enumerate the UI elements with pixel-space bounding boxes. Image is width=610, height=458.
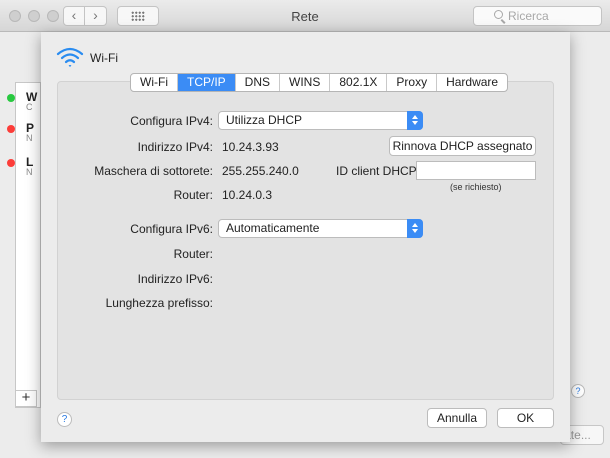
ipv6-router-label: Router: bbox=[173, 247, 213, 261]
dhcp-client-id-field[interactable] bbox=[416, 161, 536, 180]
configure-ipv6-select[interactable]: Automaticamente bbox=[218, 219, 423, 238]
chevron-updown-icon bbox=[407, 111, 423, 130]
configure-ipv6-label: Configura IPv6: bbox=[130, 222, 213, 236]
tab-proxy[interactable]: Proxy bbox=[386, 74, 436, 91]
configure-ipv4-label: Configura IPv4: bbox=[130, 114, 213, 128]
ipv4-address-value: 10.24.3.93 bbox=[222, 140, 279, 154]
configure-ipv6-value: Automaticamente bbox=[226, 221, 320, 235]
tab-hardware[interactable]: Hardware bbox=[436, 74, 507, 91]
ipv6-address-label: Indirizzo IPv6: bbox=[137, 272, 213, 286]
chevron-updown-icon bbox=[407, 219, 423, 238]
prefix-length-label: Lunghezza prefisso: bbox=[105, 296, 213, 310]
wifi-icon bbox=[56, 47, 84, 67]
background-help-button[interactable]: ? bbox=[571, 384, 585, 398]
tab-8021x[interactable]: 802.1X bbox=[329, 74, 386, 91]
search-icon bbox=[494, 10, 503, 19]
subnet-mask-label: Maschera di sottorete: bbox=[94, 164, 213, 178]
help-button[interactable]: ? bbox=[57, 412, 72, 427]
search-field[interactable]: Ricerca bbox=[473, 6, 602, 26]
ipv4-router-label: Router: bbox=[173, 188, 213, 202]
dhcp-client-id-note: (se richiesto) bbox=[450, 182, 502, 192]
tab-wifi[interactable]: Wi-Fi bbox=[131, 74, 177, 91]
cancel-button[interactable]: Annulla bbox=[427, 408, 487, 428]
tab-tcpip[interactable]: TCP/IP bbox=[176, 74, 235, 91]
advanced-sheet: Wi-Fi Wi-Fi TCP/IP DNS WINS 802.1X Proxy… bbox=[41, 32, 570, 442]
ok-button[interactable]: OK bbox=[497, 408, 554, 428]
ipv4-address-label: Indirizzo IPv4: bbox=[137, 140, 213, 154]
configure-ipv4-value: Utilizza DHCP bbox=[226, 113, 303, 127]
service-status: N bbox=[26, 133, 33, 143]
service-status: N bbox=[26, 167, 33, 177]
status-dot bbox=[7, 125, 15, 133]
service-status: C bbox=[26, 102, 33, 112]
add-service-button[interactable]: + bbox=[15, 390, 37, 407]
status-dot bbox=[7, 94, 15, 102]
window-titlebar: ‹ › Rete Ricerca bbox=[0, 0, 610, 32]
renew-dhcp-button[interactable]: Rinnova DHCP assegnato bbox=[389, 136, 536, 156]
configure-ipv4-select[interactable]: Utilizza DHCP bbox=[218, 111, 423, 130]
status-dot bbox=[7, 159, 15, 167]
tab-dns[interactable]: DNS bbox=[234, 74, 279, 91]
tab-wins[interactable]: WINS bbox=[279, 74, 329, 91]
subnet-mask-value: 255.255.240.0 bbox=[222, 164, 299, 178]
tab-bar: Wi-Fi TCP/IP DNS WINS 802.1X Proxy Hardw… bbox=[130, 73, 509, 92]
ipv4-router-value: 10.24.0.3 bbox=[222, 188, 273, 202]
search-placeholder: Ricerca bbox=[508, 9, 549, 23]
sheet-title: Wi-Fi bbox=[90, 51, 118, 65]
dhcp-client-id-label: ID client DHCP: bbox=[336, 164, 421, 178]
